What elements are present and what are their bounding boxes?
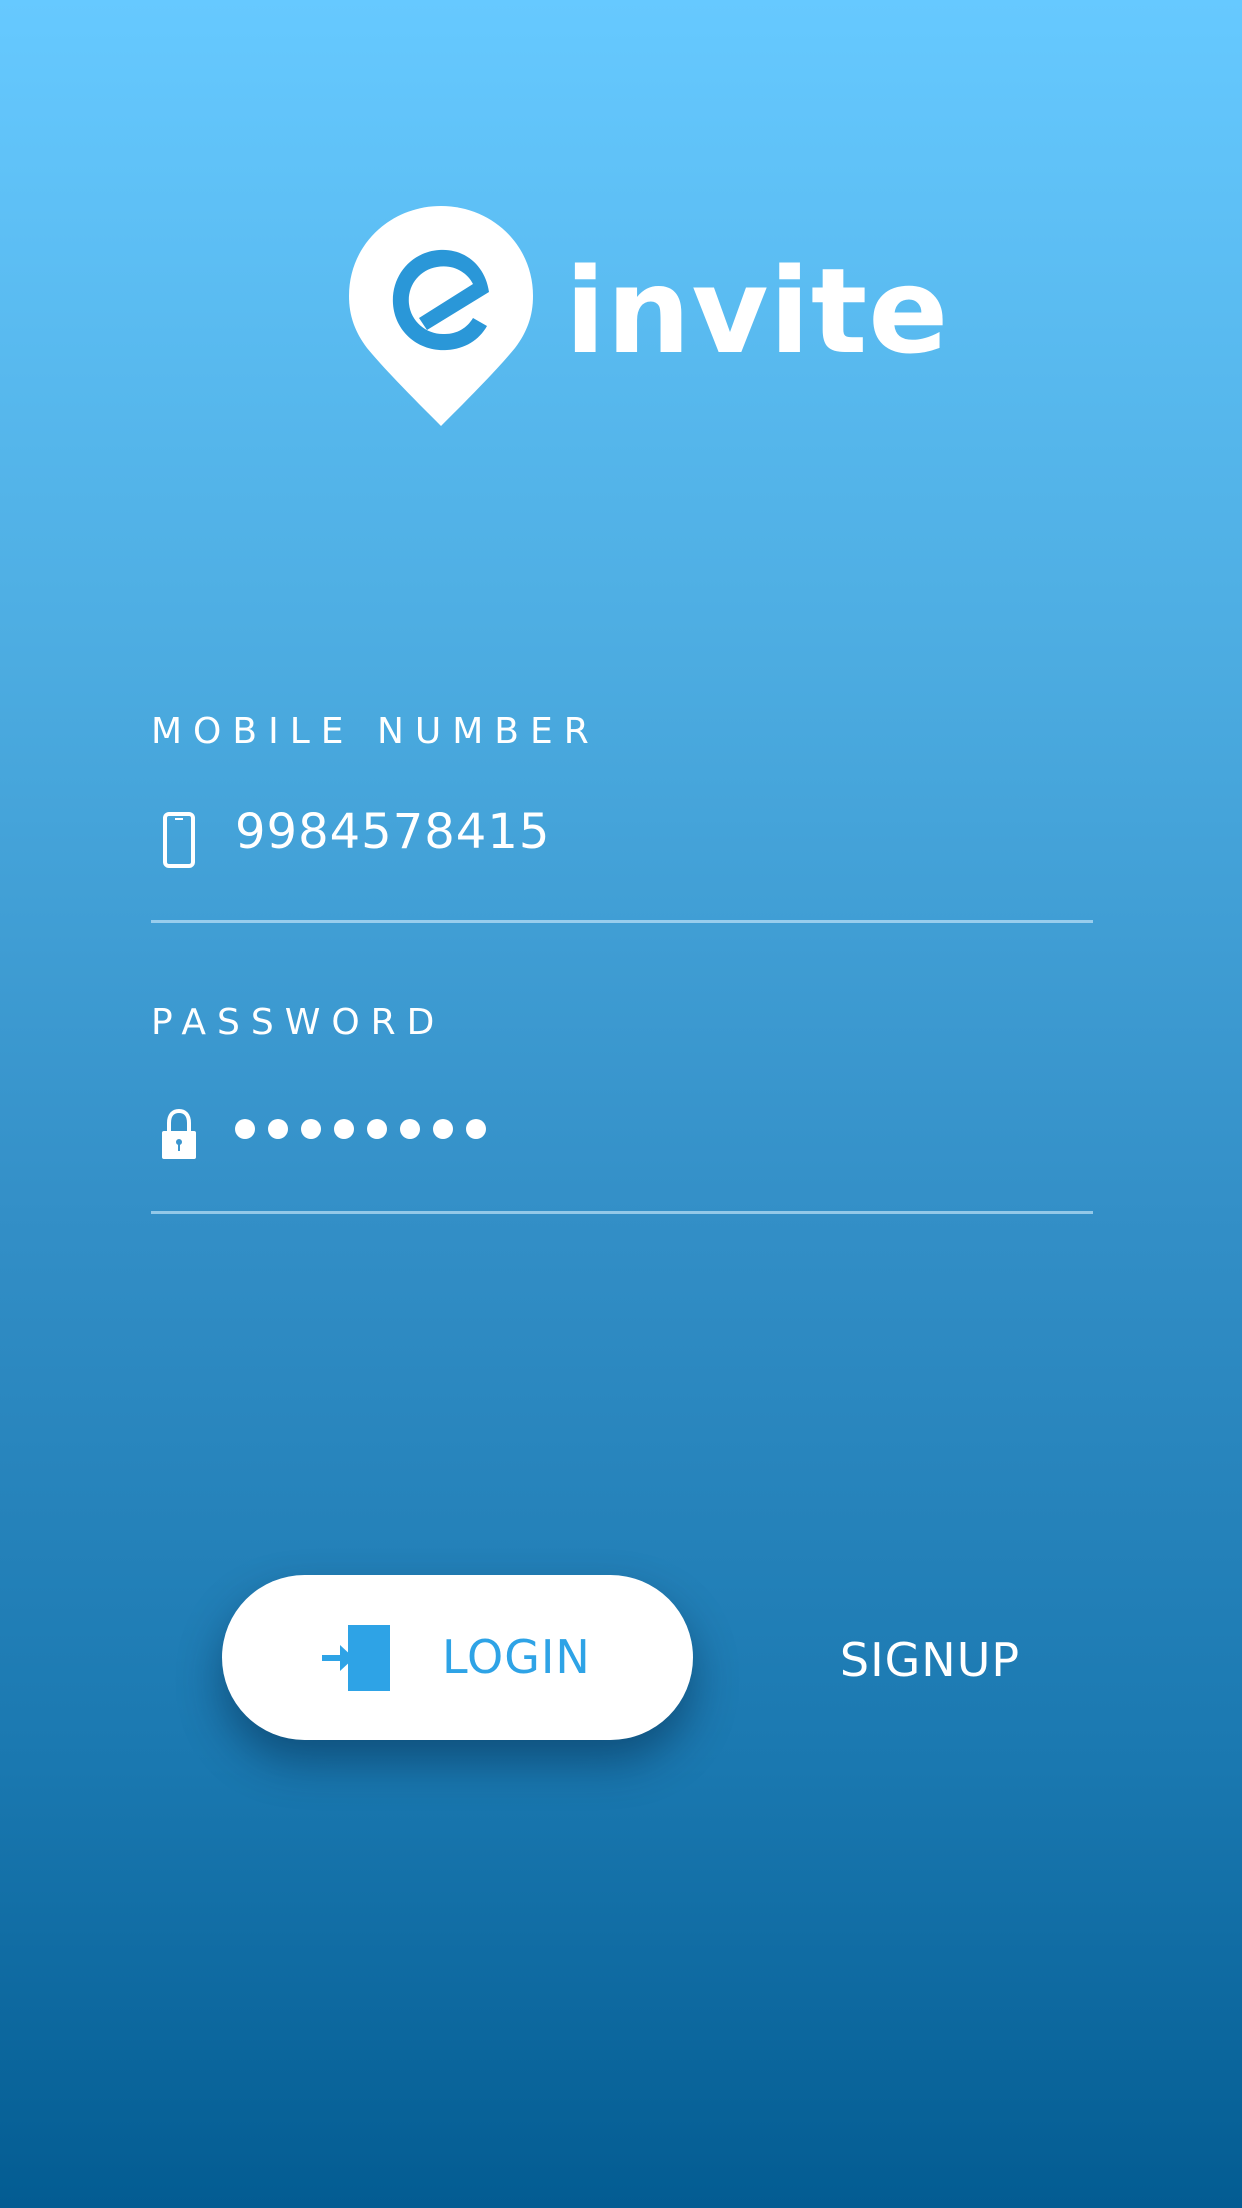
password-dot [334, 1119, 354, 1139]
mobile-number-label: MOBILE NUMBER [151, 711, 600, 752]
app-logo-text: invite [565, 242, 950, 380]
app-logo: invite [347, 204, 948, 430]
password-dot [400, 1119, 420, 1139]
login-door-icon [322, 1625, 390, 1691]
signup-button[interactable]: SIGNUP [820, 1630, 1040, 1690]
mobile-number-underline [151, 920, 1093, 923]
password-dot [433, 1119, 453, 1139]
password-dot [235, 1119, 255, 1139]
login-button[interactable]: LOGIN [222, 1575, 693, 1740]
password-dot [268, 1119, 288, 1139]
login-screen: invite MOBILE NUMBER 9984578415 PASSWORD… [0, 0, 1242, 2208]
password-dot [301, 1119, 321, 1139]
password-label: PASSWORD [151, 1002, 446, 1043]
mobile-number-field[interactable]: 9984578415 [151, 790, 1093, 880]
location-pin-logo-icon [349, 206, 533, 426]
password-underline [151, 1211, 1093, 1214]
password-field[interactable] [151, 1085, 1093, 1175]
password-dot [466, 1119, 486, 1139]
lock-icon [162, 1108, 196, 1159]
login-button-label: LOGIN [442, 1630, 591, 1684]
mobile-phone-icon [163, 812, 195, 868]
password-masked-value[interactable] [235, 1119, 486, 1139]
mobile-number-value[interactable]: 9984578415 [235, 804, 550, 860]
password-dot [367, 1119, 387, 1139]
